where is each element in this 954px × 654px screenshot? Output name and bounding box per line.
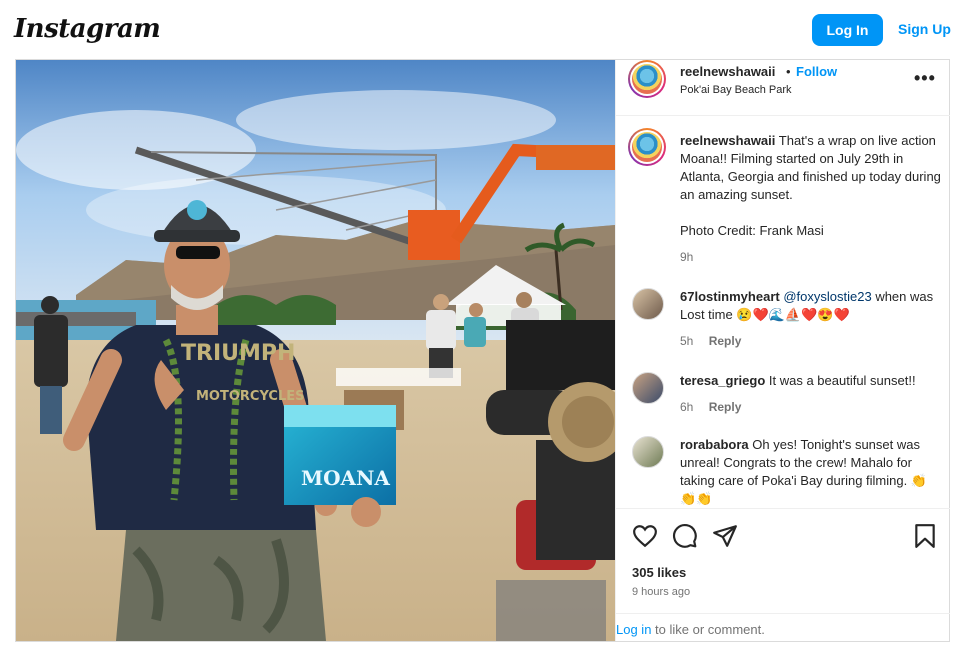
comment-mention[interactable]: @foxyslostie23 xyxy=(783,289,871,304)
post-header: reelnewshawaii • Follow Pok'ai Bay Beach… xyxy=(616,60,950,116)
comment-username[interactable]: teresa_griego xyxy=(680,373,765,388)
post-timestamp[interactable]: 9 hours ago xyxy=(632,586,690,598)
post-photo[interactable]: TRIUMPH MOTORCYCLES MOANA xyxy=(16,60,615,641)
post-actions: 305 likes 9 hours ago Log in to like or … xyxy=(616,508,950,641)
bookmark-icon[interactable] xyxy=(912,523,938,549)
signup-link[interactable]: Sign Up xyxy=(898,21,951,37)
reply-button[interactable]: Reply xyxy=(709,334,742,348)
comment-username[interactable]: 67lostinmyheart xyxy=(680,289,780,304)
login-prompt: Log in to like or comment. xyxy=(616,613,950,642)
photo-illustration: TRIUMPH MOTORCYCLES MOANA xyxy=(16,60,615,641)
instagram-logo[interactable]: Instagram xyxy=(14,14,161,44)
author-username[interactable]: reelnewshawaii xyxy=(680,64,775,79)
comments-list[interactable]: reelnewshawaii That's a wrap on live act… xyxy=(616,116,950,508)
login-link[interactable]: Log in xyxy=(616,622,651,637)
comment-meta: 6h Reply xyxy=(680,400,741,414)
top-bar: Instagram Log In Sign Up xyxy=(0,0,954,60)
caption-avatar[interactable] xyxy=(628,128,666,166)
comment-icon[interactable] xyxy=(672,523,698,549)
caption-credit: Photo Credit: Frank Masi xyxy=(680,223,824,238)
reply-button[interactable]: Reply xyxy=(709,400,742,414)
comment-time: 6h xyxy=(680,400,694,414)
comment: teresa_griego It was a beautiful sunset!… xyxy=(680,372,942,390)
post-card: TRIUMPH MOTORCYCLES MOANA reelnewshawaii… xyxy=(15,59,950,642)
comment: rorababora Oh yes! Tonight's sunset was … xyxy=(680,436,942,508)
comment-time: 5h xyxy=(680,334,694,348)
comment: 67lostinmyheart @foxyslostie23 when was … xyxy=(680,288,942,324)
post-sidebar: reelnewshawaii • Follow Pok'ai Bay Beach… xyxy=(615,60,950,641)
comment-avatar[interactable] xyxy=(632,436,664,468)
author-avatar[interactable] xyxy=(628,60,666,98)
caption-username[interactable]: reelnewshawaii xyxy=(680,133,775,148)
share-icon[interactable] xyxy=(712,523,738,549)
shirt-text: TRIUMPH xyxy=(181,341,295,366)
caption-time: 9h xyxy=(680,250,694,264)
comment-avatar[interactable] xyxy=(632,372,664,404)
comment-text: It was a beautiful sunset!! xyxy=(768,373,916,388)
caption: reelnewshawaii That's a wrap on live act… xyxy=(680,132,942,240)
follow-button[interactable]: Follow xyxy=(796,64,837,79)
likes-count[interactable]: 305 likes xyxy=(632,565,686,580)
login-button[interactable]: Log In xyxy=(812,14,883,46)
shirt-subtext: MOTORCYCLES xyxy=(196,389,304,404)
clapperboard-title: MOANA xyxy=(301,466,390,490)
heart-icon[interactable] xyxy=(632,523,658,549)
more-options-icon[interactable]: ••• xyxy=(914,68,936,89)
post-location[interactable]: Pok'ai Bay Beach Park xyxy=(680,84,792,96)
comment-username[interactable]: rorababora xyxy=(680,437,749,452)
comment-avatar[interactable] xyxy=(632,288,664,320)
comment-meta: 5h Reply xyxy=(680,334,741,348)
login-prompt-text: to like or comment. xyxy=(655,622,765,637)
separator-dot: • xyxy=(786,64,791,79)
